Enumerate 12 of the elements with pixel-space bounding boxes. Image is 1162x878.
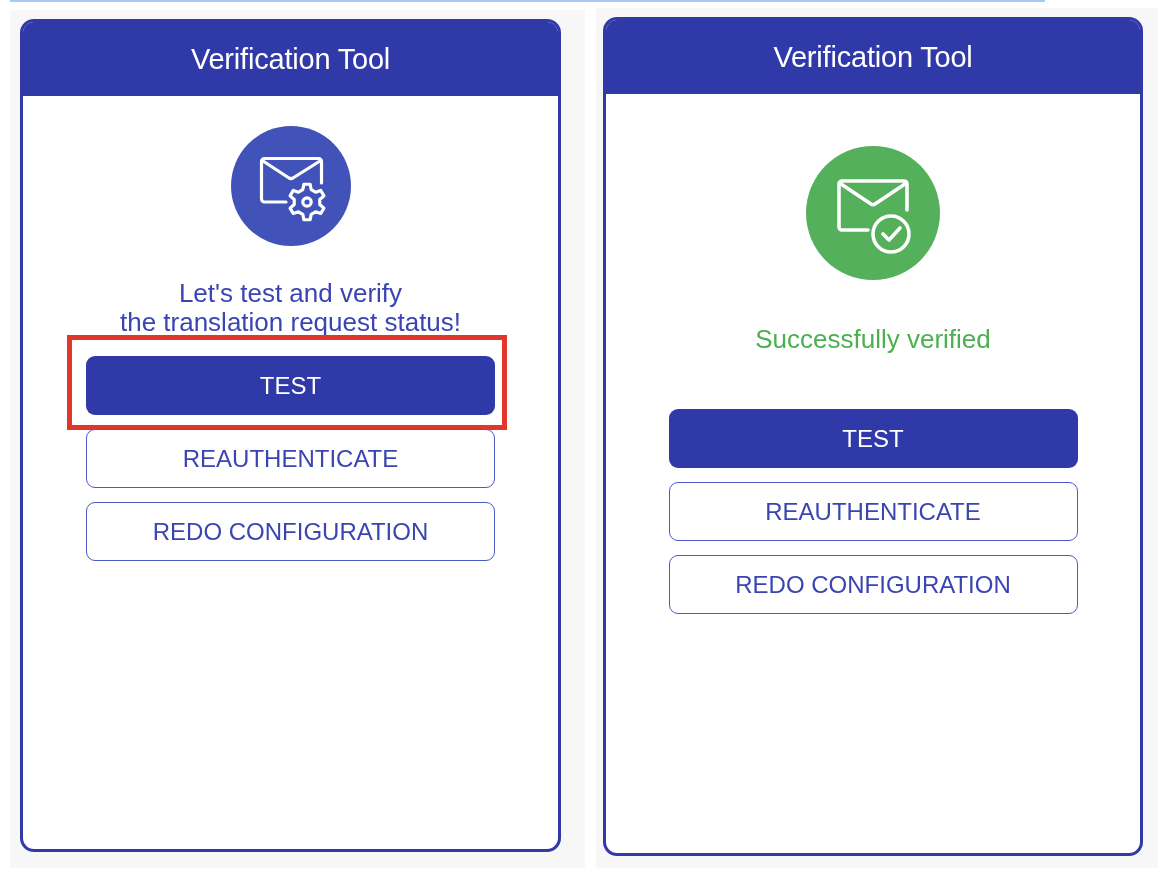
test-button[interactable]: TEST (668, 409, 1078, 468)
status-message: Successfully verified (755, 325, 991, 354)
envelope-check-icon (806, 146, 940, 280)
test-button[interactable]: TEST (86, 356, 495, 415)
status-message: Let's test and verify the translation request status! (119, 279, 462, 337)
envelope-gear-icon (230, 126, 351, 246)
card-title: Verification Tool (773, 40, 973, 74)
redo-configuration-button[interactable]: REDO CONFIGURATION (86, 502, 495, 561)
card-title: Verification Tool (190, 42, 391, 76)
reauthenticate-button[interactable]: REAUTHENTICATE (668, 482, 1078, 541)
redo-configuration-button[interactable]: REDO CONFIGURATION (668, 555, 1078, 614)
reauthenticate-button[interactable]: REAUTHENTICATE (86, 429, 495, 488)
